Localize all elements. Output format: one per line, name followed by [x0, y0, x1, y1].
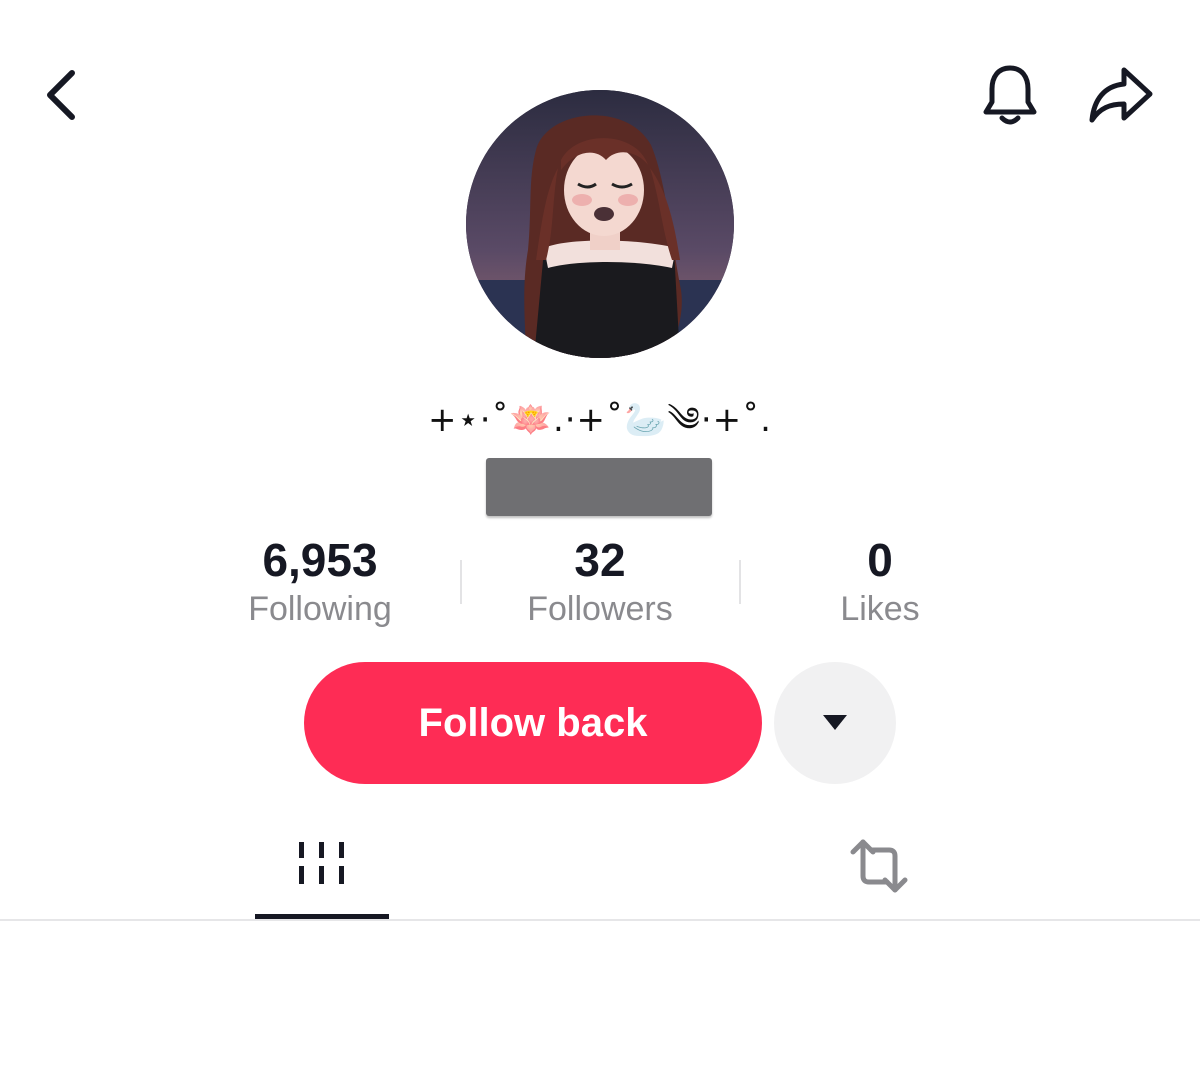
tab-videos[interactable] — [255, 824, 389, 920]
likes-label: Likes — [840, 590, 920, 628]
following-count: 6,953 — [262, 534, 378, 586]
profile-nickname: +⋆·˚🪷.·+˚🦢༄·+˚. — [428, 400, 772, 440]
following-label: Following — [248, 590, 392, 628]
repost-icon — [850, 839, 908, 893]
stat-likes[interactable]: 0 Likes — [740, 532, 1020, 630]
follow-back-button[interactable]: Follow back — [304, 662, 762, 784]
likes-count: 0 — [867, 534, 893, 586]
profile-stats: 6,953 Following 32 Followers 0 Likes — [180, 532, 1020, 636]
triangle-down-icon — [823, 715, 847, 730]
back-button[interactable] — [30, 60, 94, 130]
tab-reposts[interactable] — [812, 824, 946, 920]
share-arrow-icon — [1089, 67, 1153, 123]
followers-count: 32 — [574, 534, 626, 586]
stat-following[interactable]: 6,953 Following — [180, 532, 460, 630]
notification-button[interactable] — [972, 58, 1048, 134]
avatar-illustration — [466, 90, 734, 358]
redacted-username — [486, 458, 712, 516]
bell-icon — [983, 65, 1037, 125]
tabs-divider — [0, 919, 1200, 921]
grid-videos-icon — [299, 842, 344, 884]
share-button[interactable] — [1082, 58, 1160, 134]
avatar — [466, 90, 734, 358]
followers-label: Followers — [527, 590, 673, 628]
chevron-left-icon — [47, 70, 75, 120]
stat-followers[interactable]: 32 Followers — [460, 532, 740, 630]
suggested-accounts-dropdown-button[interactable] — [774, 662, 896, 784]
